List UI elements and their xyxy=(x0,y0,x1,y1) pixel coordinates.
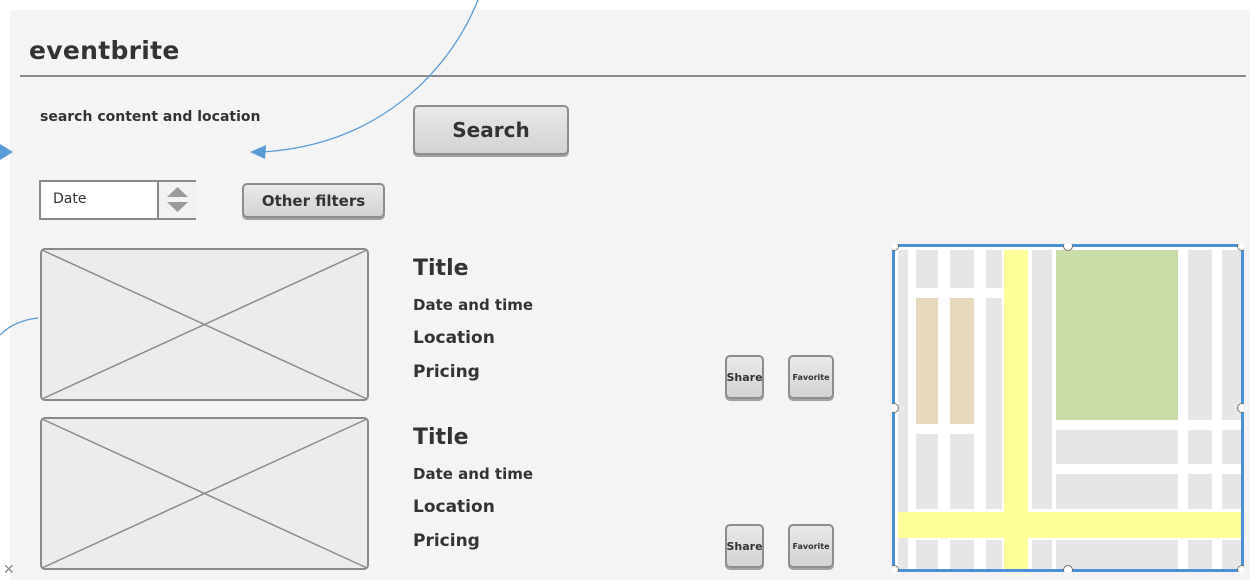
share-button[interactable]: Share xyxy=(725,524,764,568)
listing-date-time: Date and time xyxy=(413,465,534,483)
other-filters-button[interactable]: Other filters xyxy=(242,183,385,218)
image-placeholder-icon xyxy=(40,248,369,401)
favorite-button[interactable]: Favorite xyxy=(788,355,834,399)
close-icon[interactable]: ✕ xyxy=(3,562,15,578)
listing-location: Location xyxy=(413,497,495,517)
up-down-stepper-icon[interactable] xyxy=(157,182,196,218)
listing-pricing: Pricing xyxy=(413,531,480,551)
header-divider xyxy=(20,75,1246,77)
date-filter-value: Date xyxy=(53,191,87,207)
date-filter-select[interactable]: Date xyxy=(39,180,196,220)
image-placeholder-icon xyxy=(40,417,369,570)
share-button[interactable]: Share xyxy=(725,355,764,399)
favorite-button[interactable]: Favorite xyxy=(788,524,834,568)
listing-date-time: Date and time xyxy=(413,296,534,314)
listing-pricing: Pricing xyxy=(413,362,480,382)
search-button[interactable]: Search xyxy=(413,105,569,155)
search-field-label[interactable]: search content and location xyxy=(40,109,260,125)
listing-title[interactable]: Title xyxy=(413,256,469,281)
listing-title[interactable]: Title xyxy=(413,425,469,450)
listing-location: Location xyxy=(413,328,495,348)
map[interactable] xyxy=(889,241,1247,575)
logo[interactable]: eventbrite xyxy=(29,36,180,65)
